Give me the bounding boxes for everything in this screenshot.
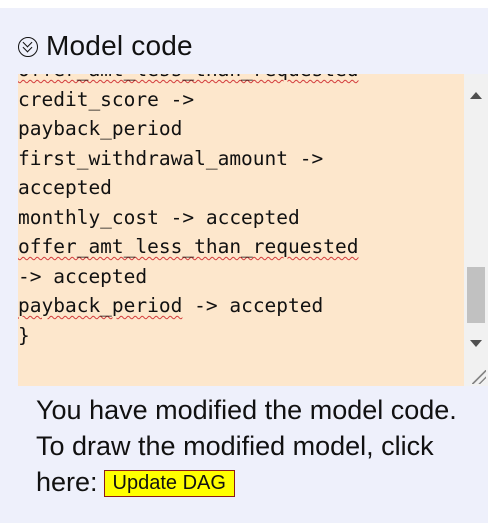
code-line: offer_amt_less_than_requested: [18, 232, 358, 262]
resize-handle-icon[interactable]: [472, 370, 486, 384]
modified-notice: You have modified the model code. To dra…: [36, 392, 476, 500]
update-dag-button[interactable]: Update DAG: [103, 470, 235, 497]
code-token: offer_amt_less_than_requested: [18, 235, 359, 258]
code-token: payback_period: [18, 294, 183, 317]
code-line: offer_amt_less_than_requested: [18, 74, 358, 85]
model-code-textarea[interactable]: offer_amt_less_than_requested credit_scor…: [18, 74, 488, 386]
code-line: -> accepted: [18, 262, 358, 292]
code-line: }: [18, 321, 358, 351]
code-content[interactable]: offer_amt_less_than_requested credit_scor…: [18, 74, 358, 350]
code-line: first_withdrawal_amount ->: [18, 144, 358, 174]
model-code-header[interactable]: Model code: [18, 18, 193, 74]
code-line: monthly_cost -> accepted: [18, 203, 358, 233]
code-token: payback_period: [18, 117, 183, 140]
section-title: Model code: [46, 30, 193, 61]
code-token: accepted: [18, 176, 112, 199]
modified-notice-text: You have modified the model code. To dra…: [36, 395, 457, 497]
code-token: -> accepted: [18, 264, 148, 288]
code-token: }: [18, 323, 30, 347]
code-token: offer_amt_less_than_requested: [18, 74, 358, 81]
code-line: accepted: [18, 173, 358, 203]
collapse-toggle-icon[interactable]: [18, 37, 38, 57]
code-line: credit_score ->: [18, 85, 358, 115]
code-token: monthly_cost -> accepted: [18, 205, 300, 229]
code-token: credit_score ->: [18, 87, 195, 111]
scroll-thumb[interactable]: [467, 267, 485, 323]
code-line: payback_period: [18, 114, 358, 144]
vertical-scrollbar[interactable]: [464, 74, 488, 386]
scroll-down-arrow-icon[interactable]: [470, 340, 482, 347]
model-code-panel: Model code offer_amt_less_than_requested…: [0, 8, 488, 523]
code-line: payback_period -> accepted: [18, 291, 358, 321]
code-token: first_withdrawal_amount ->: [18, 146, 324, 170]
code-token: -> accepted: [182, 294, 324, 317]
scroll-up-arrow-icon[interactable]: [470, 92, 482, 99]
